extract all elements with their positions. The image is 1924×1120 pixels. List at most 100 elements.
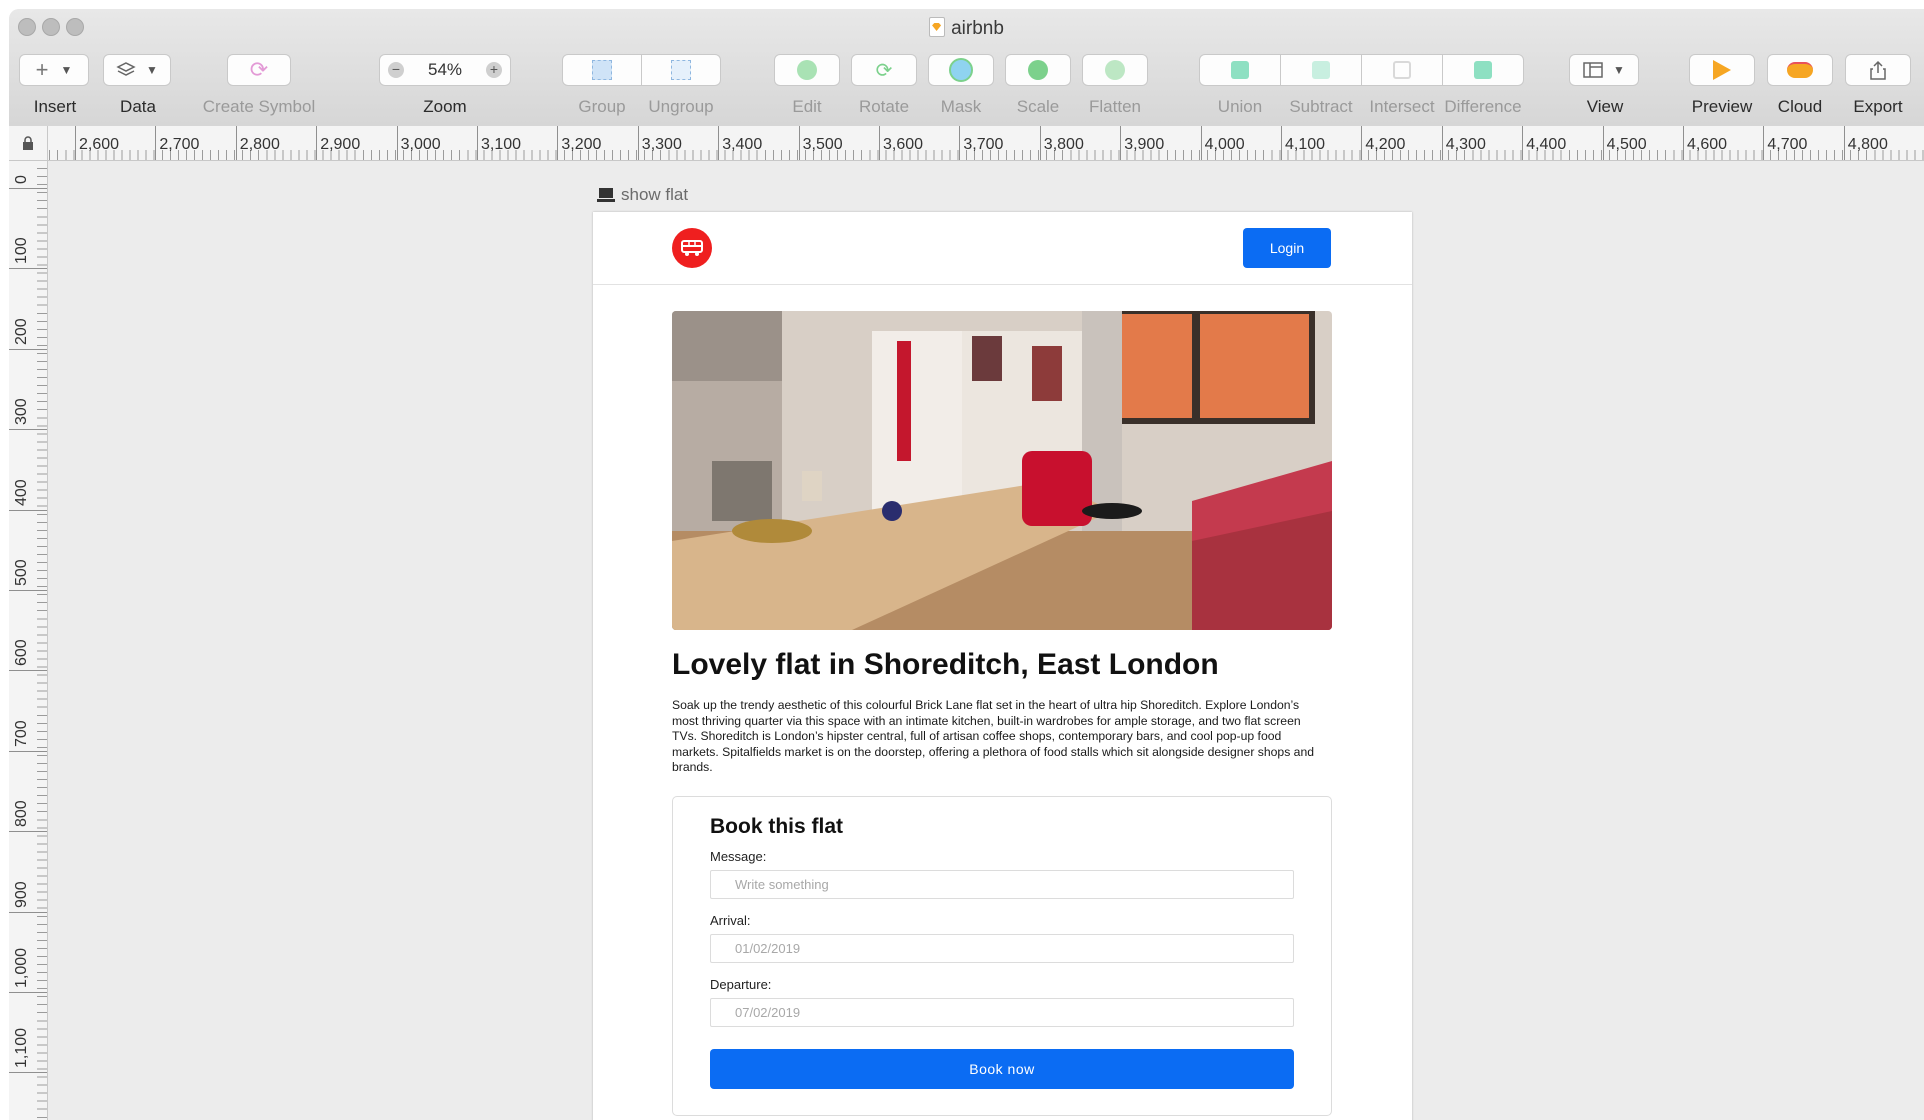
artboard[interactable]: Login Lovely flat in Shoreditch, East Lo… — [593, 212, 1412, 1120]
zoom-in-icon[interactable]: + — [486, 62, 502, 78]
arrival-date-input[interactable] — [710, 934, 1294, 963]
horizontal-ruler[interactable]: 2,600 2,700 2,800 2,900 3,000 3,100 3,200 3,300… — [9, 126, 1924, 161]
ruler-major-tick — [557, 126, 559, 160]
ruler-major-tick — [1522, 126, 1524, 160]
zoom-out-icon[interactable]: − — [388, 62, 404, 78]
group-button[interactable] — [562, 54, 642, 86]
ruler-h-label: 3,000 — [400, 136, 441, 153]
ungroup-label: Ungroup — [648, 97, 714, 116]
insert-button[interactable]: + ▼ — [19, 54, 89, 86]
window-title: airbnb — [951, 18, 1004, 39]
ruler-major-tick — [316, 126, 318, 160]
vertical-ruler[interactable]: 0 100 200 300 400 500 600 700 800 900 1,000 1,100 — [9, 160, 48, 1120]
zoom-control[interactable]: − 54% + — [379, 54, 511, 86]
ruler-major-tick — [1602, 126, 1604, 160]
ruler-v-label: 200 — [13, 318, 30, 345]
share-icon — [1870, 60, 1886, 80]
scale-button[interactable] — [1005, 54, 1071, 86]
navbar: Login — [593, 212, 1412, 285]
ruler-major-tick — [1843, 126, 1845, 160]
ruler-major-tick — [477, 126, 478, 160]
ruler-h-label: 3,400 — [722, 136, 763, 153]
ruler-major-tick — [9, 429, 47, 431]
ruler-h-label: 2,700 — [159, 136, 200, 153]
ruler-h-label: 4,800 — [1847, 136, 1888, 153]
ruler-major-tick — [75, 126, 76, 160]
layout-icon — [1583, 62, 1603, 78]
logo[interactable] — [672, 228, 712, 268]
ruler-h-label: 3,300 — [641, 136, 682, 153]
artboard-title[interactable]: show flat — [597, 185, 688, 205]
sketch-document-icon — [929, 17, 946, 37]
ruler-h-label: 3,100 — [481, 136, 522, 153]
ruler-major-tick — [9, 590, 47, 591]
cloud-icon — [1787, 62, 1813, 78]
edit-label: Edit — [792, 97, 822, 116]
ruler-v-label: 300 — [13, 398, 30, 426]
listing-description: Soak up the trendy aesthetic of this col… — [672, 698, 1315, 774]
ruler-major-tick — [718, 126, 720, 160]
ruler-v-label: 1,000 — [13, 947, 30, 988]
intersect-label: Intersect — [1369, 97, 1435, 116]
ruler-major-tick — [798, 126, 800, 160]
ruler-h-label: 2,900 — [320, 136, 361, 153]
ruler-h-label: 4,000 — [1204, 136, 1245, 153]
arrival-label: Arrival: — [710, 913, 751, 928]
ruler-major-tick — [9, 268, 47, 270]
ungroup-button[interactable] — [641, 54, 721, 86]
intersect-icon — [1393, 61, 1411, 79]
ruler-v-label: 400 — [13, 478, 30, 506]
ruler-major-tick — [959, 126, 961, 160]
ruler-lock-corner[interactable] — [9, 126, 48, 161]
ruler-h-label: 3,500 — [802, 136, 843, 153]
flatten-label: Flatten — [1089, 97, 1141, 116]
create-symbol-icon: ⟳ — [249, 57, 269, 82]
union-button[interactable] — [1199, 54, 1281, 86]
ruler-major-tick — [9, 911, 47, 913]
ruler-v-label: 700 — [13, 720, 30, 747]
artboard-name: show flat — [621, 185, 689, 204]
view-button[interactable]: ▼ — [1569, 54, 1639, 86]
intersect-button[interactable] — [1361, 54, 1443, 86]
mask-button[interactable] — [928, 54, 994, 86]
cloud-button[interactable] — [1767, 54, 1833, 86]
ruler-ticks — [37, 160, 47, 1120]
ruler-major-tick — [1441, 126, 1443, 160]
union-icon — [1231, 61, 1249, 79]
book-now-button[interactable]: Book now — [710, 1049, 1294, 1089]
create-symbol-button[interactable]: ⟳ — [227, 54, 291, 86]
preview-button[interactable] — [1689, 54, 1755, 86]
flatten-button[interactable] — [1082, 54, 1148, 86]
ruler-major-tick — [1120, 126, 1122, 160]
ruler-major-tick — [9, 348, 47, 350]
chevron-down-icon: ▼ — [1613, 63, 1625, 77]
ruler-v-label: 1,100 — [13, 1028, 30, 1069]
difference-icon — [1474, 61, 1492, 79]
login-button[interactable]: Login — [1243, 228, 1331, 268]
ruler-major-tick — [1281, 126, 1282, 160]
play-icon — [1713, 60, 1731, 80]
ruler-h-label: 2,800 — [239, 136, 280, 153]
ruler-h-label: 3,900 — [1124, 136, 1165, 153]
departure-date-input[interactable] — [710, 998, 1294, 1027]
export-button[interactable] — [1845, 54, 1911, 86]
ruler-h-label: 4,700 — [1767, 136, 1808, 153]
difference-button[interactable] — [1442, 54, 1524, 86]
message-input[interactable] — [710, 870, 1294, 899]
ruler-h-label: 4,400 — [1526, 136, 1567, 153]
subtract-button[interactable] — [1280, 54, 1362, 86]
rotate-icon: ⟳ — [875, 59, 893, 82]
rotate-button[interactable]: ⟳ — [851, 54, 917, 86]
ruler-major-tick — [1039, 126, 1041, 160]
ruler-major-tick — [9, 509, 47, 511]
ruler-h-label: 4,200 — [1365, 136, 1406, 153]
ruler-major-tick — [637, 126, 639, 160]
ruler-major-tick — [155, 126, 157, 160]
message-label: Message: — [710, 849, 767, 864]
data-button[interactable]: ▼ — [103, 54, 171, 86]
ruler-major-tick — [9, 1072, 47, 1074]
union-label: Union — [1217, 97, 1263, 116]
sketch-window: airbnb + ▼ Insert ▼ Data ⟳ Create Symbol… — [9, 9, 1924, 1120]
ruler-v-label: 800 — [13, 800, 30, 828]
edit-button[interactable] — [774, 54, 840, 86]
